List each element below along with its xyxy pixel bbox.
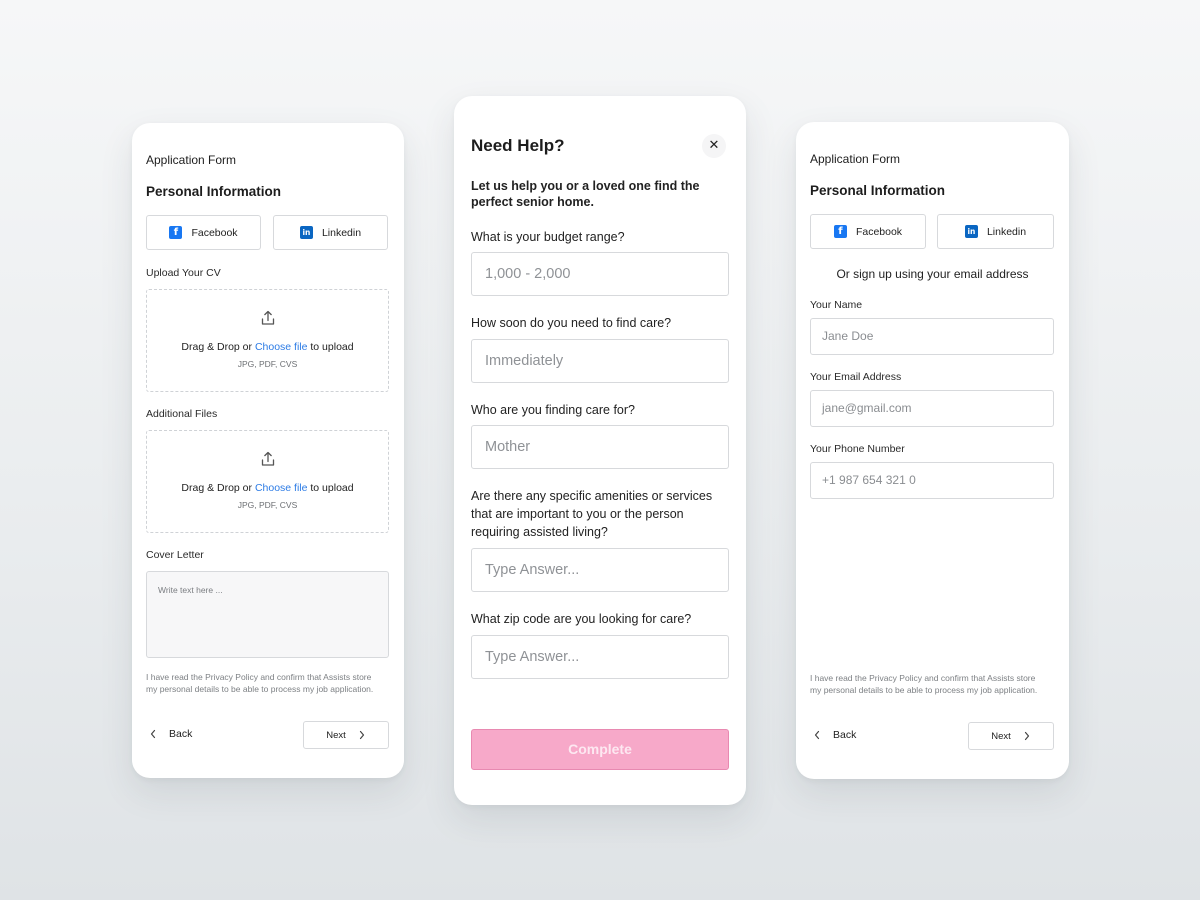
dropzone-text-after: to upload	[307, 482, 354, 494]
close-icon[interactable]: ✕	[702, 134, 726, 158]
application-form-card-contact: Application Form Personal Information f …	[796, 122, 1069, 779]
next-button[interactable]: Next	[303, 721, 389, 749]
care-recipient-input[interactable]: Mother	[471, 425, 729, 469]
dropzone-hint: JPG, PDF, CVS	[237, 500, 298, 510]
application-form-card-cv: Application Form Personal Information f …	[132, 123, 404, 778]
linkedin-button[interactable]: in Linkedin	[937, 214, 1054, 249]
care-recipient-question: Who are you finding care for?	[471, 403, 635, 417]
linkedin-icon: in	[299, 226, 313, 239]
chevron-left-icon	[814, 730, 820, 740]
email-input[interactable]: jane@gmail.com	[810, 390, 1054, 427]
dropzone-text-after: to upload	[307, 341, 354, 353]
phone-input[interactable]: +1 987 654 321 0	[810, 462, 1054, 499]
help-intro-text: Let us help you or a loved one find the …	[471, 179, 700, 209]
next-label: Next	[326, 729, 346, 741]
upload-icon	[261, 310, 274, 325]
additional-files-dropzone[interactable]: Drag & Drop or Choose file to upload JPG…	[146, 430, 389, 533]
need-help-card: Need Help? ✕ Let us help you or a loved …	[454, 96, 746, 805]
next-button[interactable]: Next	[968, 722, 1054, 750]
linkedin-button-label: Linkedin	[321, 226, 362, 239]
upload-icon	[261, 451, 274, 466]
cover-letter-label: Cover Letter	[146, 549, 204, 561]
complete-button[interactable]: Complete	[471, 729, 729, 770]
back-button[interactable]: Back	[813, 729, 856, 741]
form-title: Application Form	[810, 152, 901, 166]
timing-input[interactable]: Immediately	[471, 339, 729, 383]
need-help-title: Need Help?	[471, 136, 565, 155]
privacy-consent-text: I have read the Privacy Policy and confi…	[810, 673, 1038, 695]
dropzone-hint: JPG, PDF, CVS	[237, 359, 298, 369]
back-label: Back	[169, 728, 193, 740]
budget-input[interactable]: 1,000 - 2,000	[471, 252, 729, 296]
dropzone-text-before: Drag & Drop or	[181, 341, 255, 353]
phone-label: Your Phone Number	[810, 443, 905, 455]
timing-question: How soon do you need to find care?	[471, 316, 672, 330]
dropzone-text: Drag & Drop or Choose file to upload	[147, 482, 388, 494]
email-label: Your Email Address	[810, 371, 902, 383]
facebook-button[interactable]: f Facebook	[146, 215, 261, 250]
zip-question: What zip code are you looking for care?	[471, 612, 692, 626]
upload-cv-label: Upload Your CV	[146, 267, 221, 279]
email-signup-text: Or sign up using your email address	[836, 267, 1029, 281]
next-label: Next	[991, 730, 1011, 742]
linkedin-icon: in	[964, 225, 978, 238]
linkedin-button[interactable]: in Linkedin	[273, 215, 388, 250]
back-label: Back	[833, 729, 857, 741]
amenities-question: Are there any specific amenities or serv…	[471, 489, 713, 539]
dropzone-text: Drag & Drop or Choose file to upload	[147, 341, 388, 353]
additional-files-label: Additional Files	[146, 408, 218, 420]
zip-input[interactable]: Type Answer...	[471, 635, 729, 679]
chevron-right-icon	[359, 730, 364, 740]
facebook-button[interactable]: f Facebook	[810, 214, 926, 249]
section-title: Personal Information	[810, 183, 946, 198]
choose-file-link[interactable]: Choose file	[255, 482, 308, 494]
amenities-input[interactable]: Type Answer...	[471, 548, 729, 592]
cover-letter-placeholder: Write text here ...	[158, 585, 223, 595]
chevron-right-icon	[1024, 731, 1029, 741]
linkedin-button-label: Linkedin	[986, 225, 1027, 238]
cv-dropzone[interactable]: Drag & Drop or Choose file to upload JPG…	[146, 289, 389, 392]
facebook-icon: f	[833, 225, 847, 238]
facebook-icon: f	[169, 226, 183, 239]
name-input[interactable]: Jane Doe	[810, 318, 1054, 355]
form-title: Application Form	[146, 153, 237, 167]
facebook-button-label: Facebook	[191, 226, 238, 239]
budget-question: What is your budget range?	[471, 230, 625, 244]
cover-letter-textarea[interactable]: Write text here ...	[146, 571, 389, 658]
choose-file-link[interactable]: Choose file	[255, 341, 308, 353]
name-label: Your Name	[810, 299, 863, 311]
privacy-consent-text: I have read the Privacy Policy and confi…	[146, 672, 374, 694]
section-title: Personal Information	[146, 184, 282, 199]
dropzone-text-before: Drag & Drop or	[181, 482, 255, 494]
chevron-left-icon	[150, 729, 156, 739]
back-button[interactable]: Back	[149, 728, 192, 740]
facebook-button-label: Facebook	[855, 225, 903, 238]
